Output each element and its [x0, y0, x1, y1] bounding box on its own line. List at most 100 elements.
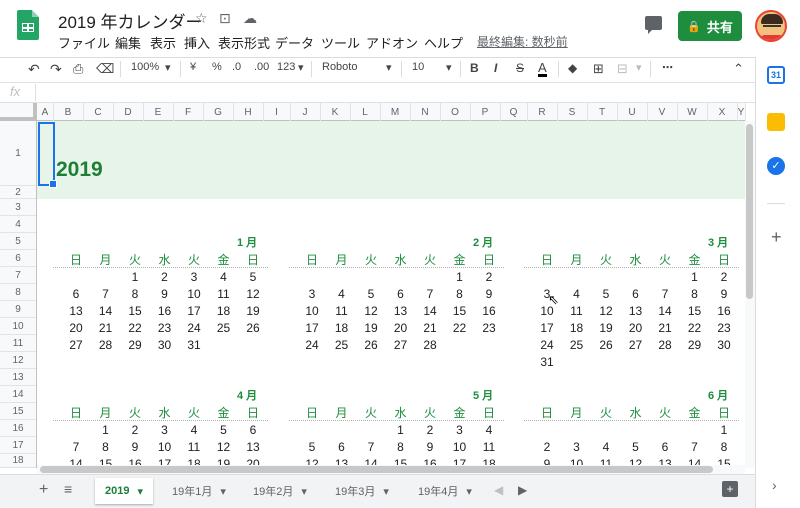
column-header[interactable]: N [410, 107, 440, 121]
column-header[interactable]: O [440, 107, 470, 121]
column-header[interactable]: L [350, 107, 380, 121]
calendar-day[interactable]: 5 [209, 423, 239, 437]
more-formats-button[interactable]: 123 [277, 61, 295, 73]
calendar-day[interactable]: 22 [445, 321, 475, 335]
calendar-day[interactable]: 18 [209, 304, 239, 318]
month-label[interactable]: 1 月 [237, 234, 257, 250]
column-header[interactable]: P [470, 107, 500, 121]
column-header[interactable]: R [527, 107, 557, 121]
row-header[interactable]: 6 [0, 250, 36, 267]
calendar-day[interactable]: 5 [621, 440, 651, 454]
star-icon[interactable]: ☆ [195, 10, 208, 27]
scroll-tabs-left-icon[interactable]: ◀ [494, 483, 503, 497]
column-header[interactable]: B [53, 107, 83, 121]
calendar-day[interactable]: 6 [621, 287, 651, 301]
calendar-icon[interactable]: 31 [767, 66, 785, 84]
calendar-day[interactable]: 5 [297, 440, 327, 454]
percent-button[interactable]: % [212, 61, 222, 73]
italic-button[interactable]: I [494, 61, 497, 75]
column-header[interactable]: F [173, 107, 203, 121]
calendar-day[interactable]: 11 [562, 304, 592, 318]
column-header[interactable]: G [203, 107, 233, 121]
list-icon[interactable]: ≡ [64, 481, 72, 497]
column-header[interactable]: J [290, 107, 320, 121]
calendar-day[interactable]: 29 [680, 338, 710, 352]
column-header[interactable]: M [380, 107, 410, 121]
year-heading[interactable]: 2019 [56, 158, 103, 182]
calendar-day[interactable]: 27 [386, 338, 416, 352]
document-title[interactable]: 2019 年カレンダー [58, 8, 203, 33]
calendar-day[interactable]: 1 [120, 270, 150, 284]
calendar-day[interactable]: 7 [91, 287, 121, 301]
calendar-day[interactable]: 11 [209, 287, 239, 301]
calendar-day[interactable]: 9 [709, 287, 739, 301]
calendar-day[interactable]: 19 [591, 321, 621, 335]
cloud-status-icon[interactable]: ☁ [243, 10, 257, 27]
get-addons-icon[interactable]: + [771, 227, 782, 248]
calendar-day[interactable]: 26 [591, 338, 621, 352]
calendar-day[interactable]: 11 [179, 440, 209, 454]
calendar-day[interactable]: 21 [650, 321, 680, 335]
calendar-day[interactable]: 22 [120, 321, 150, 335]
calendar-day[interactable]: 25 [562, 338, 592, 352]
calendar-day[interactable]: 14 [415, 304, 445, 318]
calendar-day[interactable]: 3 [297, 287, 327, 301]
column-header[interactable]: T [587, 107, 617, 121]
row-header[interactable]: 2 [0, 186, 36, 199]
column-header[interactable]: E [143, 107, 173, 121]
calendar-day[interactable]: 4 [179, 423, 209, 437]
calendar-day[interactable]: 5 [238, 270, 268, 284]
row-header[interactable]: 5 [0, 233, 36, 250]
row-header[interactable]: 3 [0, 199, 36, 216]
calendar-day[interactable]: 16 [150, 304, 180, 318]
calendar-day[interactable]: 16 [709, 304, 739, 318]
menu-view[interactable]: 表示 [150, 33, 176, 52]
row-header[interactable]: 8 [0, 284, 36, 301]
column-header[interactable]: A [37, 107, 53, 121]
calendar-day[interactable]: 2 [532, 440, 562, 454]
column-header[interactable]: D [113, 107, 143, 121]
month-label[interactable]: 6 月 [708, 387, 728, 403]
column-header[interactable]: W [677, 107, 707, 121]
column-header[interactable]: Q [500, 107, 527, 121]
column-header[interactable]: H [233, 107, 263, 121]
expand-panel-icon[interactable]: › [772, 477, 777, 493]
calendar-day[interactable]: 6 [386, 287, 416, 301]
calendar-day[interactable]: 4 [209, 270, 239, 284]
increase-decimal-button[interactable]: .00 [254, 61, 269, 73]
share-button[interactable]: 🔒 共有 [678, 11, 742, 41]
calendar-day[interactable]: 20 [61, 321, 91, 335]
row-header[interactable]: 7 [0, 267, 36, 284]
calendar-day[interactable]: 9 [120, 440, 150, 454]
calendar-day[interactable]: 3 [179, 270, 209, 284]
scroll-tabs-right-icon[interactable]: ▶ [518, 483, 527, 497]
menu-help[interactable]: ヘルプ [424, 33, 463, 52]
calendar-day[interactable]: 10 [445, 440, 475, 454]
calendar-day[interactable]: 8 [386, 440, 416, 454]
sheet-tab-apr[interactable]: 19年4月 ▾ [408, 478, 482, 504]
month-label[interactable]: 3 月 [708, 234, 728, 250]
calendar-day[interactable]: 30 [709, 338, 739, 352]
row-header[interactable]: 1 [0, 121, 36, 186]
menu-file[interactable]: ファイル [58, 33, 110, 52]
month-label[interactable]: 4 月 [237, 387, 257, 403]
calendar-day[interactable]: 11 [474, 440, 504, 454]
merge-cells-icon[interactable]: ⊟ [617, 61, 628, 77]
horizontal-scroll-thumb[interactable] [40, 466, 713, 473]
calendar-day[interactable]: 15 [680, 304, 710, 318]
calendar-day[interactable]: 2 [120, 423, 150, 437]
calendar-day[interactable]: 13 [386, 304, 416, 318]
sheet-tab-mar[interactable]: 19年3月 ▾ [325, 478, 399, 504]
menu-tools[interactable]: ツール [321, 33, 360, 52]
column-header[interactable]: K [320, 107, 350, 121]
calendar-day[interactable]: 6 [61, 287, 91, 301]
undo-icon[interactable]: ↶ [28, 61, 40, 78]
row-header[interactable]: 10 [0, 318, 36, 335]
calendar-day[interactable]: 3 [150, 423, 180, 437]
tasks-icon[interactable]: ✓ [767, 157, 785, 175]
calendar-day[interactable]: 20 [621, 321, 651, 335]
column-header[interactable]: X [707, 107, 737, 121]
month-label[interactable]: 2 月 [473, 234, 493, 250]
calendar-day[interactable]: 7 [415, 287, 445, 301]
calendar-day[interactable]: 29 [120, 338, 150, 352]
